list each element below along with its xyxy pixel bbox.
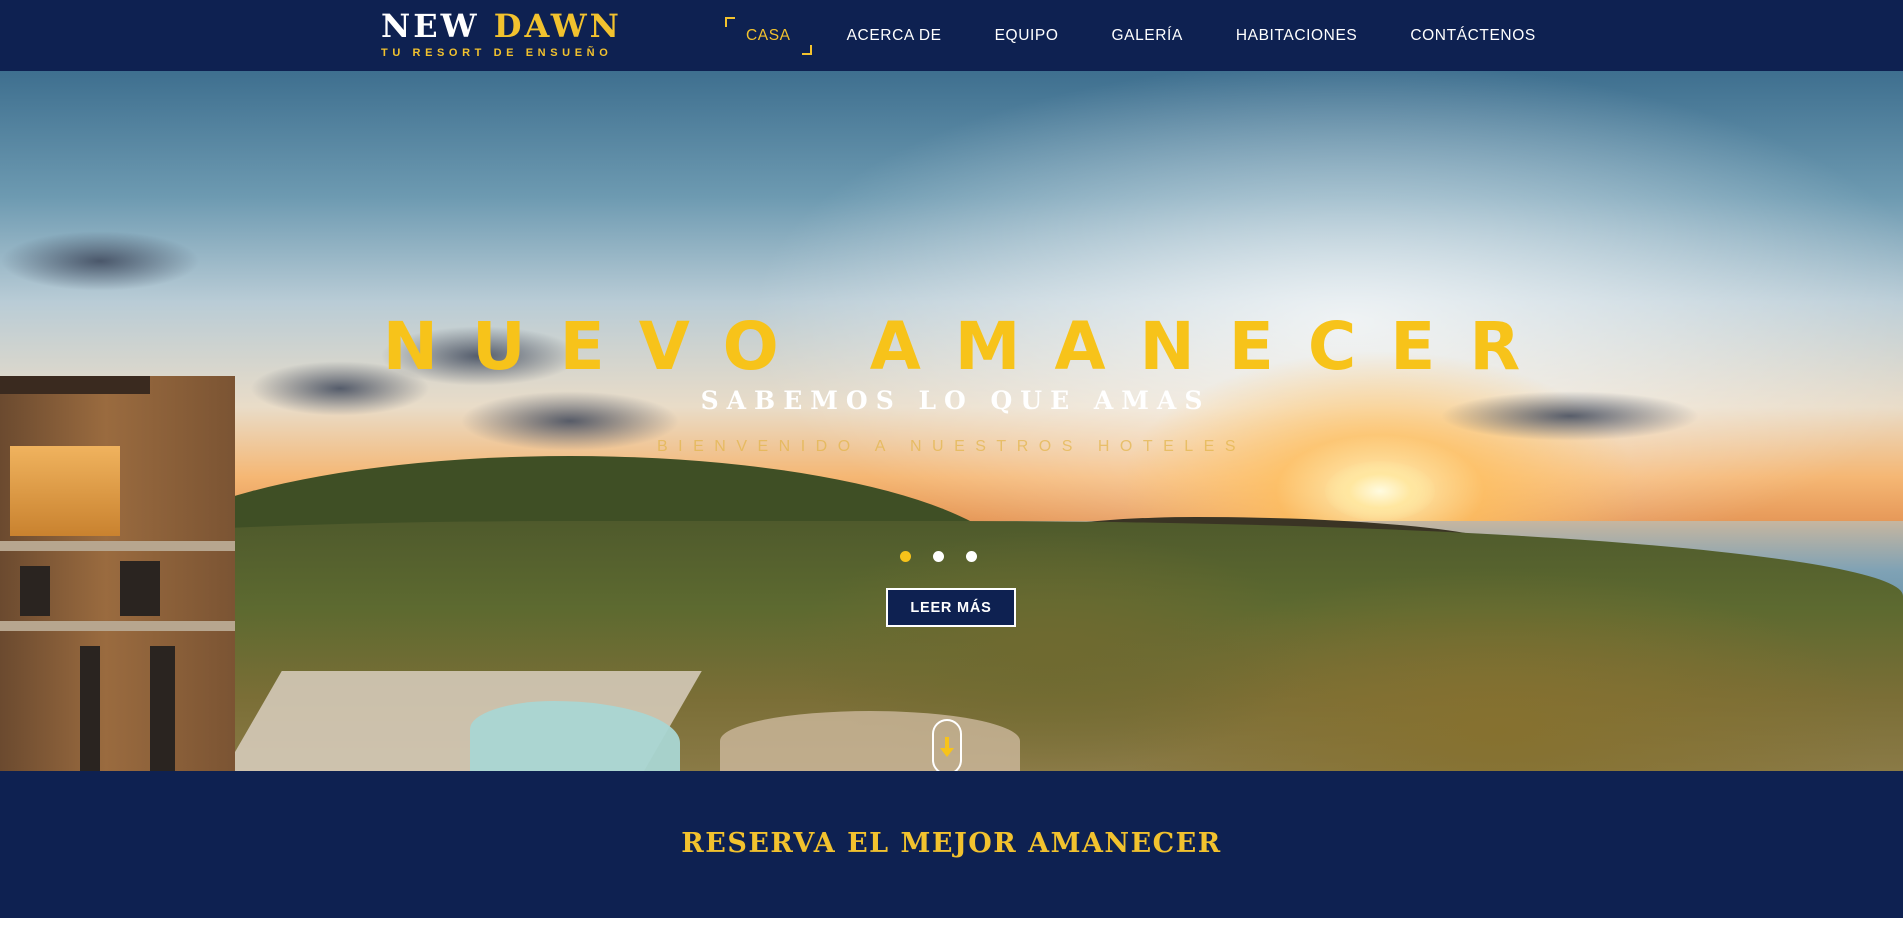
logo-word-dawn: DAWN (493, 7, 622, 45)
slider-dot-3[interactable] (966, 551, 977, 562)
logo-title: NEW DAWN (381, 8, 622, 44)
nav-item-equipo[interactable]: EQUIPO (995, 27, 1059, 45)
site-logo[interactable]: NEW DAWN TU RESORT DE ENSUEÑO (381, 8, 622, 60)
nav-item-label: CASA (746, 26, 791, 44)
booking-section: RESERVA EL MEJOR AMANECER (0, 771, 1903, 918)
booking-title: RESERVA EL MEJOR AMANECER (681, 828, 1222, 859)
top-navbar: NEW DAWN TU RESORT DE ENSUEÑO CASA ACERC… (0, 0, 1903, 71)
scroll-down-button[interactable] (932, 719, 962, 771)
hero-welcome-text: BIENVENIDO A NUESTROS HOTELES (656, 438, 1246, 455)
read-more-button[interactable]: LEER MÁS (886, 588, 1016, 627)
active-bracket-top-left (725, 16, 735, 27)
hero-subtitle: SABEMOS LO QUE AMAS (700, 386, 1211, 415)
hero-slider: NUEVO AMANECER SABEMOS LO QUE AMAS BIENV… (0, 71, 1903, 771)
nav-item-contactenos[interactable]: CONTÁCTENOS (1410, 27, 1535, 45)
logo-word-new: NEW (381, 7, 480, 45)
arrow-down-icon (940, 737, 954, 757)
nav-item-casa[interactable]: CASA (720, 16, 817, 55)
slider-dot-1[interactable] (900, 551, 911, 562)
slider-dot-2[interactable] (933, 551, 944, 562)
hero-title: NUEVO AMANECER (382, 308, 1555, 385)
nav-item-acerca-de[interactable]: ACERCA DE (847, 27, 942, 45)
nav-item-galeria[interactable]: GALERÍA (1111, 27, 1182, 45)
nav-item-habitaciones[interactable]: HABITACIONES (1236, 27, 1357, 45)
active-bracket-bottom-right (801, 44, 812, 55)
main-nav: CASA ACERCA DE EQUIPO GALERÍA HABITACION… (720, 0, 1589, 71)
hero-content: NUEVO AMANECER SABEMOS LO QUE AMAS BIENV… (0, 71, 1903, 771)
slider-dots (900, 551, 999, 562)
logo-tagline: TU RESORT DE ENSUEÑO (381, 47, 613, 59)
